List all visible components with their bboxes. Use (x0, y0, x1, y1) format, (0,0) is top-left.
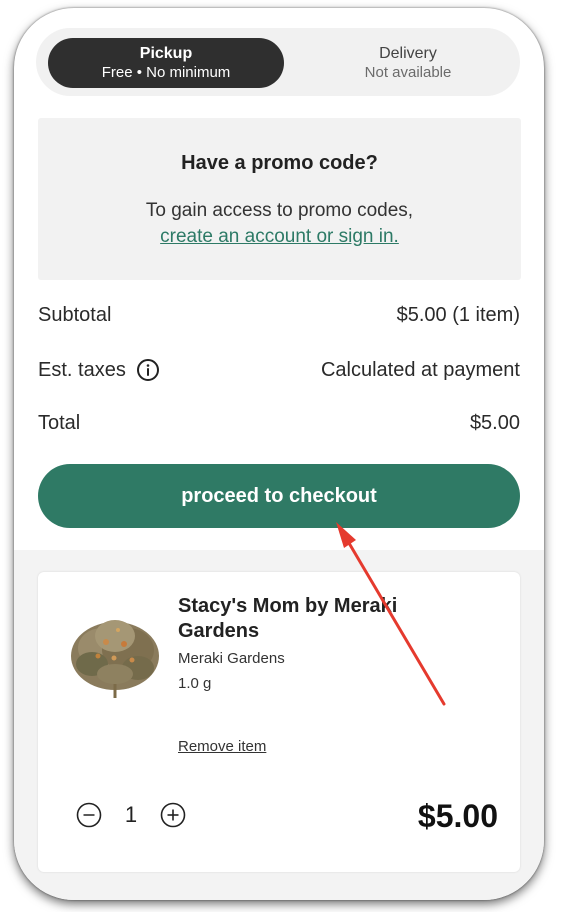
cannabis-bud-image (71, 620, 159, 698)
taxes-label: Est. taxes (38, 358, 126, 381)
proceed-to-checkout-button[interactable]: proceed to checkout (38, 464, 520, 528)
subtotal-label: Subtotal (38, 304, 112, 326)
product-weight: 1.0 g (178, 675, 212, 692)
item-price: $5.00 (417, 798, 498, 834)
total-row: Total $5.00 (38, 412, 520, 435)
quantity-value: 1 (124, 802, 138, 827)
subtotal-value: $5.00 (1 item) (396, 304, 520, 326)
delivery-option[interactable]: Delivery Not available (290, 38, 526, 88)
fulfillment-toggle: Pickup Free • No minimum Delivery Not av… (36, 28, 520, 96)
total-label: Total (38, 412, 81, 434)
promo-box: Have a promo code? To gain access to pro… (38, 118, 521, 280)
taxes-label-group: Est. taxes (38, 358, 160, 382)
remove-item-link[interactable]: Remove item (178, 738, 266, 755)
pickup-title: Pickup (139, 45, 193, 62)
promo-text: To gain access to promo codes, (145, 200, 414, 221)
subtotal-row: Subtotal $5.00 (1 item) (38, 304, 520, 327)
product-brand: Meraki Gardens (178, 650, 285, 667)
pickup-subtitle: Free • No minimum (101, 64, 231, 81)
taxes-value: Calculated at payment (320, 358, 520, 381)
quantity-stepper: 1 (76, 802, 186, 828)
delivery-subtitle: Not available (364, 64, 452, 81)
total-value: $5.00 (469, 412, 520, 434)
phone-frame: Pickup Free • No minimum Delivery Not av… (14, 8, 544, 900)
cart-item-card: Stacy's Mom by Meraki Gardens Meraki Gar… (38, 572, 520, 872)
plus-circle-icon[interactable] (160, 802, 186, 828)
delivery-title: Delivery (379, 45, 437, 62)
pickup-option[interactable]: Pickup Free • No minimum (48, 38, 284, 88)
product-name[interactable]: Stacy's Mom by Meraki Gardens (178, 594, 408, 644)
taxes-row: Est. taxes Calculated at payment (38, 358, 520, 382)
promo-title: Have a promo code? (181, 152, 378, 174)
minus-circle-icon[interactable] (76, 802, 102, 828)
sign-in-link[interactable]: create an account or sign in. (38, 226, 521, 248)
info-icon[interactable] (136, 358, 160, 382)
